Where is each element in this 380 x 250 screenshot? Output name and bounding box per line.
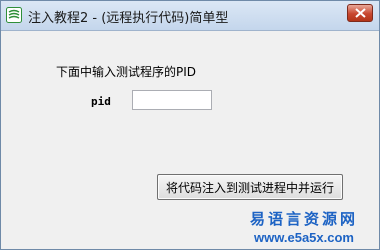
watermark-text: 易语言资源网 xyxy=(249,210,358,228)
prompt-label: 下面中输入测试程序的PID xyxy=(56,65,197,79)
app-icon xyxy=(6,7,22,23)
close-button[interactable] xyxy=(347,4,373,22)
watermark-url: www.e5a5x.com xyxy=(254,230,354,245)
inject-button[interactable]: 将代码注入到测试进程中并运行 xyxy=(157,174,343,200)
title-bar[interactable]: 注入教程2 - (远程执行代码)简单型 xyxy=(1,1,379,31)
close-icon xyxy=(355,8,366,18)
window-title: 注入教程2 - (远程执行代码)简单型 xyxy=(28,11,229,26)
main-window: 注入教程2 - (远程执行代码)简单型 下面中输入测试程序的PID pid 将代… xyxy=(0,0,380,250)
pid-input[interactable] xyxy=(132,90,212,110)
watermark: 易语言资源网 www.e5a5x.com xyxy=(239,208,369,245)
pid-label: pid xyxy=(91,95,111,108)
